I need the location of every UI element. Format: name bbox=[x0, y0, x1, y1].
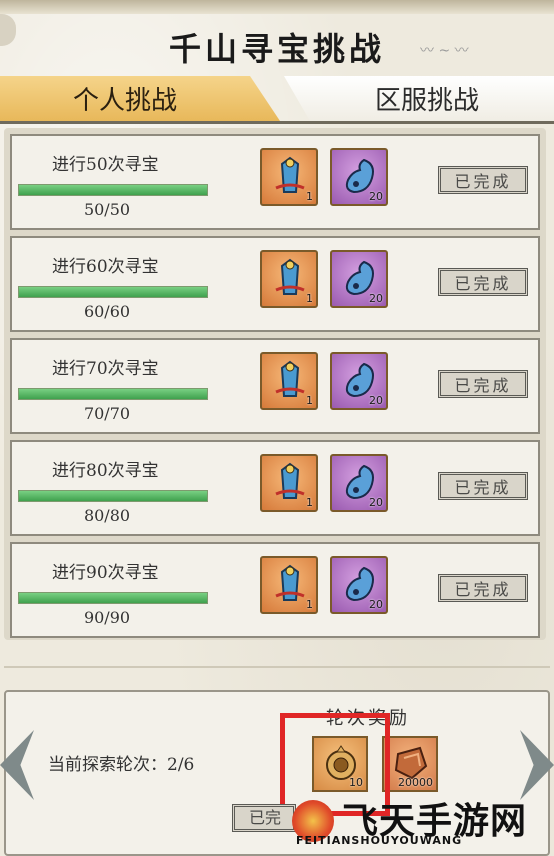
ore-item-icon[interactable]: 20000 bbox=[382, 736, 438, 792]
birds-decoration: 〰 ~ 〰 bbox=[420, 43, 469, 59]
challenge-row: 进行60次寻宝 60/60 1 20 已完成 bbox=[10, 236, 540, 332]
challenge-row: 进行90次寻宝 90/90 1 20 已完成 bbox=[10, 542, 540, 638]
tab-personal-challenge[interactable]: 个人挑战 bbox=[0, 76, 280, 121]
progress-fill bbox=[19, 593, 207, 603]
item-count: 20 bbox=[369, 496, 383, 509]
challenge-label: 进行60次寻宝 bbox=[52, 257, 159, 277]
robe-item-icon[interactable]: 1 bbox=[260, 352, 318, 410]
watermark-subtext: FEITIANSHOUYOUWANG bbox=[296, 834, 463, 847]
tab-label: 区服挑战 bbox=[374, 86, 479, 116]
challenge-label: 进行90次寻宝 bbox=[52, 563, 159, 583]
tab-label: 个人挑战 bbox=[72, 86, 177, 116]
robe-item-icon[interactable]: 1 bbox=[260, 250, 318, 308]
item-count: 1 bbox=[306, 496, 313, 509]
completed-button[interactable]: 已完成 bbox=[438, 166, 528, 194]
progress-fill bbox=[19, 389, 207, 399]
gourd-item-icon[interactable]: 20 bbox=[330, 250, 388, 308]
claimed-button[interactable]: 已完 bbox=[232, 804, 296, 832]
gourd-item-icon[interactable]: 20 bbox=[330, 352, 388, 410]
top-banner-strip bbox=[0, 0, 554, 14]
challenge-label: 进行80次寻宝 bbox=[52, 461, 159, 481]
item-count: 20 bbox=[369, 598, 383, 611]
challenge-list[interactable]: 进行50次寻宝 50/50 1 20 已完成 进行60次寻宝 60/60 1 2… bbox=[4, 128, 546, 640]
challenge-row: 进行70次寻宝 70/70 1 20 已完成 bbox=[10, 338, 540, 434]
page-title: 千山寻宝挑战 bbox=[168, 30, 385, 68]
item-count: 20 bbox=[369, 190, 383, 203]
current-round-label: 当前探索轮次：2/6 bbox=[48, 755, 195, 775]
progress-text: 50/50 bbox=[83, 200, 131, 219]
tab-divider bbox=[0, 121, 554, 124]
item-count: 20 bbox=[369, 292, 383, 305]
gourd-item-icon[interactable]: 20 bbox=[330, 556, 388, 614]
challenge-row: 进行50次寻宝 50/50 1 20 已完成 bbox=[10, 134, 540, 230]
item-count: 1 bbox=[306, 190, 313, 203]
completed-button[interactable]: 已完成 bbox=[438, 268, 528, 296]
gourd-item-icon[interactable]: 20 bbox=[330, 454, 388, 512]
robe-item-icon[interactable]: 1 bbox=[260, 556, 318, 614]
completed-button[interactable]: 已完成 bbox=[438, 370, 528, 398]
item-count: 20 bbox=[369, 394, 383, 407]
section-divider bbox=[4, 666, 550, 668]
progress-fill bbox=[19, 491, 207, 501]
progress-fill bbox=[19, 185, 207, 195]
robe-item-icon[interactable]: 1 bbox=[260, 454, 318, 512]
challenge-label: 进行50次寻宝 bbox=[52, 155, 159, 175]
item-count: 1 bbox=[306, 394, 313, 407]
progress-bar bbox=[18, 184, 208, 196]
progress-bar bbox=[18, 592, 208, 604]
progress-bar bbox=[18, 286, 208, 298]
progress-bar bbox=[18, 490, 208, 502]
progress-text: 80/80 bbox=[83, 506, 131, 525]
item-count: 1 bbox=[306, 598, 313, 611]
item-count: 20000 bbox=[398, 776, 433, 789]
challenge-label: 进行70次寻宝 bbox=[52, 359, 159, 379]
progress-text: 90/90 bbox=[83, 608, 131, 627]
completed-button[interactable]: 已完成 bbox=[438, 574, 528, 602]
challenge-row: 进行80次寻宝 80/80 1 20 已完成 bbox=[10, 440, 540, 536]
progress-fill bbox=[19, 287, 207, 297]
progress-text: 60/60 bbox=[83, 302, 131, 321]
progress-text: 70/70 bbox=[83, 404, 131, 423]
completed-button[interactable]: 已完成 bbox=[438, 472, 528, 500]
tab-server-challenge[interactable]: 区服挑战 bbox=[284, 76, 554, 121]
item-count: 1 bbox=[306, 292, 313, 305]
gourd-item-icon[interactable]: 20 bbox=[330, 148, 388, 206]
robe-item-icon[interactable]: 1 bbox=[260, 148, 318, 206]
progress-bar bbox=[18, 388, 208, 400]
